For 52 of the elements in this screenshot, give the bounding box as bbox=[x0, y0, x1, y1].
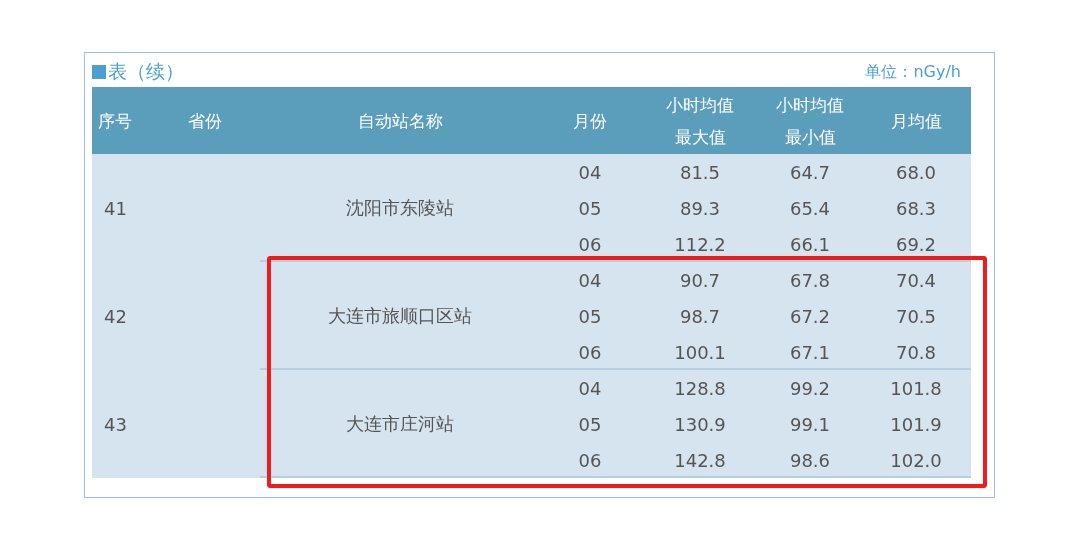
table-cell: 67.1 bbox=[789, 341, 831, 363]
column-header: 月均值 bbox=[890, 109, 942, 133]
table-cell: 102.0 bbox=[890, 449, 942, 471]
table-cell: 98.6 bbox=[789, 449, 831, 471]
square-icon bbox=[92, 65, 106, 79]
table-cell: 100.1 bbox=[674, 341, 726, 363]
table-cell: 67.8 bbox=[789, 269, 831, 291]
column-header: 月份 bbox=[573, 109, 607, 133]
table-cell: 05 bbox=[578, 305, 602, 327]
table-cell: 69.2 bbox=[895, 233, 937, 255]
table-cell: 99.1 bbox=[789, 413, 831, 435]
table-cell: 142.8 bbox=[674, 449, 726, 471]
row-number: 42 bbox=[104, 305, 127, 327]
column-header: 省份 bbox=[188, 109, 222, 133]
table-cell: 101.9 bbox=[890, 413, 942, 435]
table-cell: 70.5 bbox=[895, 305, 937, 327]
column-header: 序号 bbox=[98, 109, 132, 133]
column-header: 自动站名称 bbox=[357, 109, 443, 133]
table-cell: 66.1 bbox=[789, 233, 831, 255]
station-name: 大连市旅顺口区站 bbox=[328, 304, 472, 328]
table-cell: 04 bbox=[578, 377, 602, 399]
table-title: 表（续） bbox=[108, 59, 184, 84]
table-cell: 64.7 bbox=[789, 161, 831, 183]
table-cell: 06 bbox=[578, 233, 602, 255]
table-cell: 68.0 bbox=[895, 161, 937, 183]
table-cell: 130.9 bbox=[674, 413, 726, 435]
row-number: 43 bbox=[104, 413, 127, 435]
station-name: 沈阳市东陵站 bbox=[346, 196, 454, 220]
table-cell: 70.8 bbox=[895, 341, 937, 363]
table-cell: 06 bbox=[578, 449, 602, 471]
unit-label: 单位：nGy/h bbox=[865, 61, 961, 83]
row-number: 41 bbox=[104, 197, 127, 219]
table-cell: 04 bbox=[578, 161, 602, 183]
column-header: 小时均值最大值 bbox=[665, 93, 735, 149]
table-cell: 65.4 bbox=[789, 197, 831, 219]
table-cell: 128.8 bbox=[674, 377, 726, 399]
table-cell: 81.5 bbox=[679, 161, 721, 183]
table-cell: 98.7 bbox=[679, 305, 721, 327]
table-cell: 89.3 bbox=[679, 197, 721, 219]
table-cell: 99.2 bbox=[789, 377, 831, 399]
column-header: 小时均值最小值 bbox=[775, 93, 845, 149]
table-cell: 05 bbox=[578, 197, 602, 219]
table-cell: 90.7 bbox=[679, 269, 721, 291]
table-cell: 68.3 bbox=[895, 197, 937, 219]
table-cell: 112.2 bbox=[674, 233, 726, 255]
table-cell: 101.8 bbox=[890, 377, 942, 399]
table-cell: 67.2 bbox=[789, 305, 831, 327]
table-cell: 04 bbox=[578, 269, 602, 291]
table-cell: 05 bbox=[578, 413, 602, 435]
table-cell: 70.4 bbox=[895, 269, 937, 291]
table-cell: 06 bbox=[578, 341, 602, 363]
station-name: 大连市庄河站 bbox=[346, 412, 454, 436]
